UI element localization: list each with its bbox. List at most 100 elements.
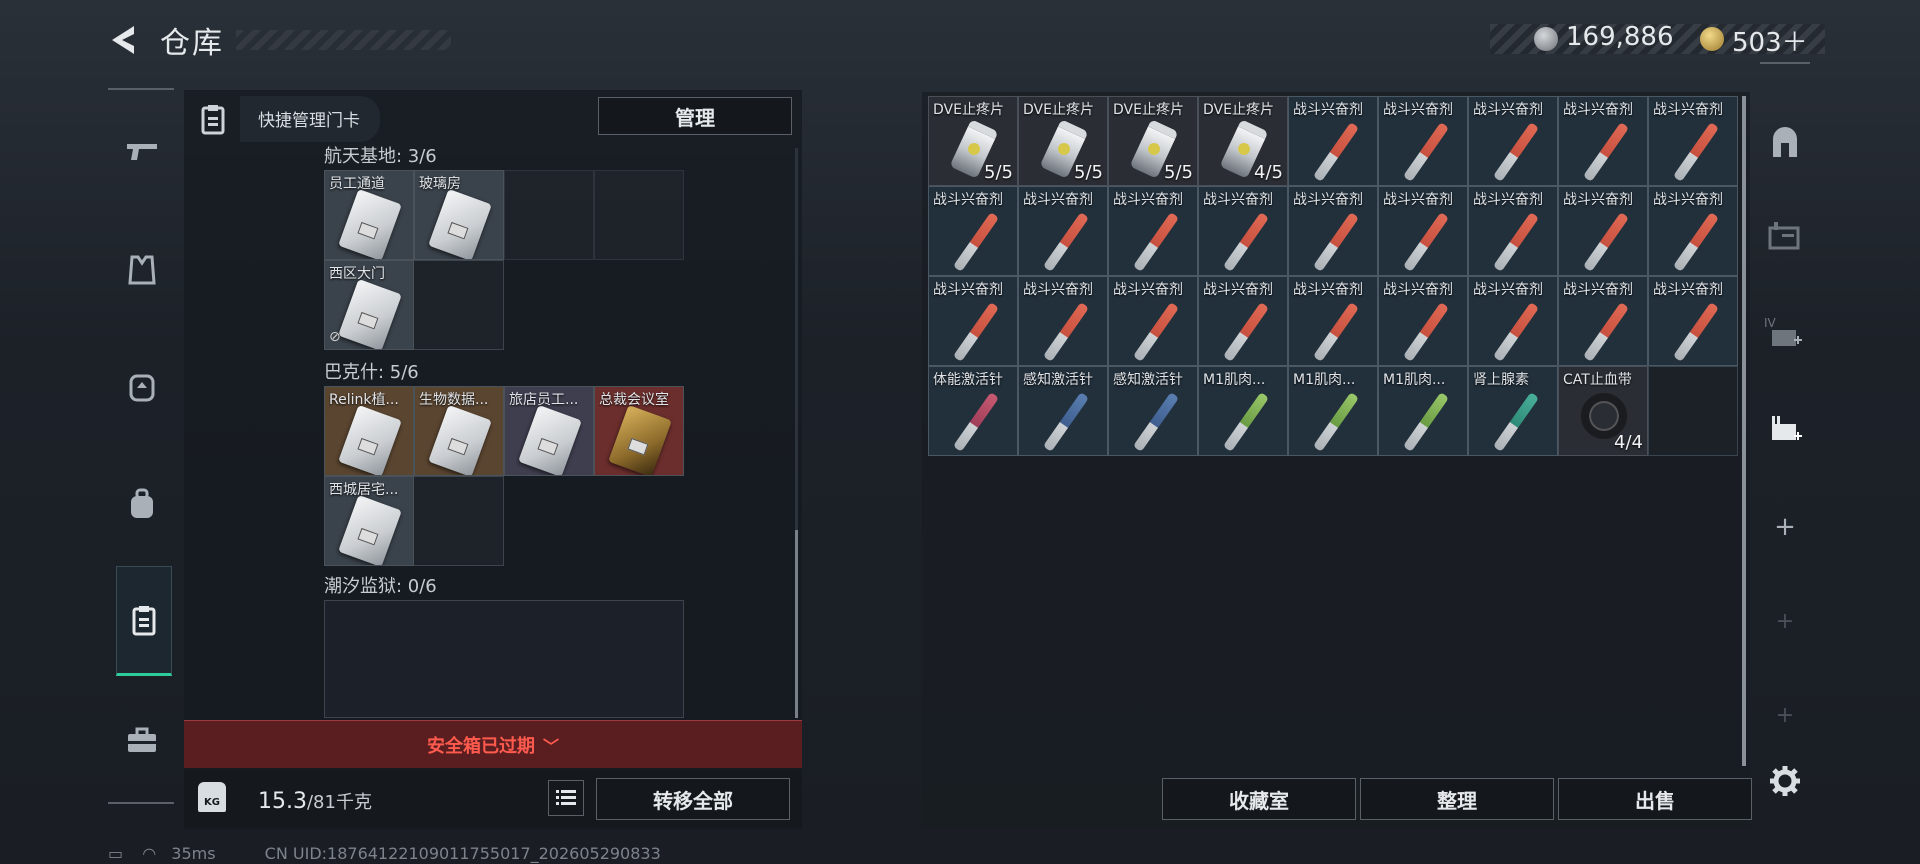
item-label: M1肌肉... <box>1293 372 1356 388</box>
backpack-icon[interactable] <box>112 474 172 534</box>
item-count: 5/5 <box>1164 162 1193 183</box>
keycard-item[interactable]: 西城居宅... <box>324 476 414 566</box>
item-label: 战斗兴奋剂 <box>1293 102 1363 118</box>
syringe-icon <box>1042 212 1090 272</box>
sell-button[interactable]: 出售 <box>1558 778 1752 820</box>
keycard-item[interactable]: 总裁会议室 <box>594 386 684 476</box>
gold-currency-value[interactable]: 503＋ <box>1732 22 1808 59</box>
inventory-item[interactable]: 战斗兴奋剂 <box>1288 276 1378 366</box>
add-slot-plus-icon[interactable]: + <box>1762 504 1808 550</box>
item-count: 4/4 <box>1614 432 1643 453</box>
inventory-item[interactable]: 战斗兴奋剂 <box>1378 96 1468 186</box>
inventory-item[interactable]: 战斗兴奋剂 <box>1018 186 1108 276</box>
inventory-item[interactable]: 战斗兴奋剂 <box>1378 186 1468 276</box>
item-label: 战斗兴奋剂 <box>933 282 1003 298</box>
item-count: 4/5 <box>1254 162 1283 183</box>
inventory-item[interactable]: 肾上腺素 <box>1468 366 1558 456</box>
manage-button[interactable]: 管理 <box>598 97 792 135</box>
keycard-case-tab[interactable] <box>116 566 172 676</box>
item-label: 感知激活针 <box>1023 372 1093 388</box>
keycard-item[interactable]: 员工通道 <box>324 170 414 260</box>
inventory-item[interactable]: 战斗兴奋剂 <box>928 276 1018 366</box>
inventory-item[interactable]: 战斗兴奋剂 <box>1018 276 1108 366</box>
inventory-item[interactable]: 战斗兴奋剂 <box>928 186 1018 276</box>
inventory-item[interactable]: 战斗兴奋剂 <box>1558 276 1648 366</box>
inventory-item[interactable]: 战斗兴奋剂 <box>1648 276 1738 366</box>
keycard-item[interactable]: Relink植... <box>324 386 414 476</box>
inventory-item[interactable]: DVE止疼片 5/5 <box>928 96 1018 186</box>
back-arrow-icon[interactable] <box>104 20 144 60</box>
inventory-item[interactable]: 战斗兴奋剂 <box>1198 186 1288 276</box>
add-slot-plus-icon[interactable]: + <box>1762 598 1808 644</box>
inventory-item[interactable]: 战斗兴奋剂 <box>1108 276 1198 366</box>
item-label: 战斗兴奋剂 <box>1473 102 1543 118</box>
item-label: 战斗兴奋剂 <box>1473 282 1543 298</box>
uid-text: CN UID:18764122109011755017_202605290833 <box>264 844 661 863</box>
add-slot-plus-icon[interactable]: + <box>1762 692 1808 738</box>
storage-case-icon[interactable] <box>1762 212 1808 258</box>
syringe-icon <box>1582 122 1630 182</box>
toolbox-icon[interactable] <box>112 710 172 770</box>
inventory-item[interactable]: 战斗兴奋剂 <box>1648 186 1738 276</box>
inventory-item[interactable]: 战斗兴奋剂 <box>1468 96 1558 186</box>
inventory-item[interactable]: DVE止疼片 5/5 <box>1018 96 1108 186</box>
item-label: 战斗兴奋剂 <box>1293 282 1363 298</box>
inventory-item[interactable]: 体能激活针 <box>928 366 1018 456</box>
sort-button[interactable]: 整理 <box>1360 778 1554 820</box>
inventory-item[interactable]: 战斗兴奋剂 <box>1288 186 1378 276</box>
inventory-item[interactable]: 感知激活针 <box>1108 366 1198 456</box>
inventory-item[interactable]: 战斗兴奋剂 <box>1558 96 1648 186</box>
keycard-item[interactable]: 旅店员工... <box>504 386 594 476</box>
keycard-item[interactable]: 生物数据... <box>414 386 504 476</box>
syringe-icon <box>1132 302 1180 362</box>
inventory-item[interactable]: DVE止疼片 4/5 <box>1198 96 1288 186</box>
inventory-item[interactable]: 战斗兴奋剂 <box>1108 186 1198 276</box>
item-count: 5/5 <box>984 162 1013 183</box>
inventory-item[interactable]: 战斗兴奋剂 <box>1378 276 1468 366</box>
inventory-item[interactable]: 感知激活针 <box>1018 366 1108 456</box>
item-label: CAT止血带 <box>1563 372 1632 388</box>
gear-icon[interactable] <box>1762 758 1808 804</box>
gold-coin-icon <box>1700 27 1724 51</box>
inventory-item[interactable]: 战斗兴奋剂 <box>1468 276 1558 366</box>
unusable-icon: ⊘ <box>329 329 341 345</box>
silver-currency-value: 169,886 <box>1566 22 1674 52</box>
transfer-all-button[interactable]: 转移全部 <box>596 778 790 820</box>
helmet-pack-icon[interactable] <box>112 356 172 416</box>
inventory-item[interactable]: M1肌肉... <box>1288 366 1378 456</box>
item-label: M1肌肉... <box>1203 372 1266 388</box>
syringe-icon <box>1042 302 1090 362</box>
inventory-item[interactable]: M1肌肉... <box>1198 366 1288 456</box>
syringe-icon <box>1312 122 1360 182</box>
inventory-item[interactable]: 战斗兴奋剂 <box>1558 186 1648 276</box>
weapon-icon[interactable] <box>112 122 172 182</box>
left-scrollbar-thumb[interactable] <box>795 530 798 718</box>
collection-room-button[interactable]: 收藏室 <box>1162 778 1356 820</box>
inventory-item[interactable]: DVE止疼片 5/5 <box>1108 96 1198 186</box>
expand-case-iv-icon[interactable]: IV <box>1762 312 1808 358</box>
item-label: 战斗兴奋剂 <box>1653 102 1723 118</box>
inventory-item[interactable]: CAT止血带 4/4 <box>1558 366 1648 456</box>
inventory-item[interactable]: 战斗兴奋剂 <box>1468 186 1558 276</box>
keycard-item[interactable]: 西区大门 ⊘ <box>324 260 414 350</box>
inventory-item[interactable]: 战斗兴奋剂 <box>1288 96 1378 186</box>
secure-case-expired-banner[interactable]: 安全箱已过期 ﹀ <box>184 720 802 768</box>
syringe-icon <box>1312 212 1360 272</box>
item-label: DVE止疼片 <box>933 102 1004 118</box>
inventory-item[interactable]: 战斗兴奋剂 <box>1648 96 1738 186</box>
quick-manage-label: 快捷管理门卡 <box>258 111 360 131</box>
syringe-icon <box>952 392 1000 452</box>
armor-vest-icon[interactable] <box>112 240 172 300</box>
inventory-item[interactable]: 战斗兴奋剂 <box>1198 276 1288 366</box>
list-view-icon[interactable] <box>548 780 584 816</box>
vault-door-icon[interactable] <box>1762 120 1808 166</box>
item-label: 战斗兴奋剂 <box>1023 192 1093 208</box>
expand-case-ii-icon[interactable] <box>1762 406 1808 452</box>
keycard-item[interactable]: 玻璃房 <box>414 170 504 260</box>
syringe-icon <box>952 212 1000 272</box>
right-scrollbar-thumb[interactable] <box>1742 96 1746 766</box>
item-label: 战斗兴奋剂 <box>1293 192 1363 208</box>
inventory-item[interactable]: M1肌肉... <box>1378 366 1468 456</box>
item-label: DVE止疼片 <box>1113 102 1184 118</box>
syringe-icon <box>1222 212 1270 272</box>
